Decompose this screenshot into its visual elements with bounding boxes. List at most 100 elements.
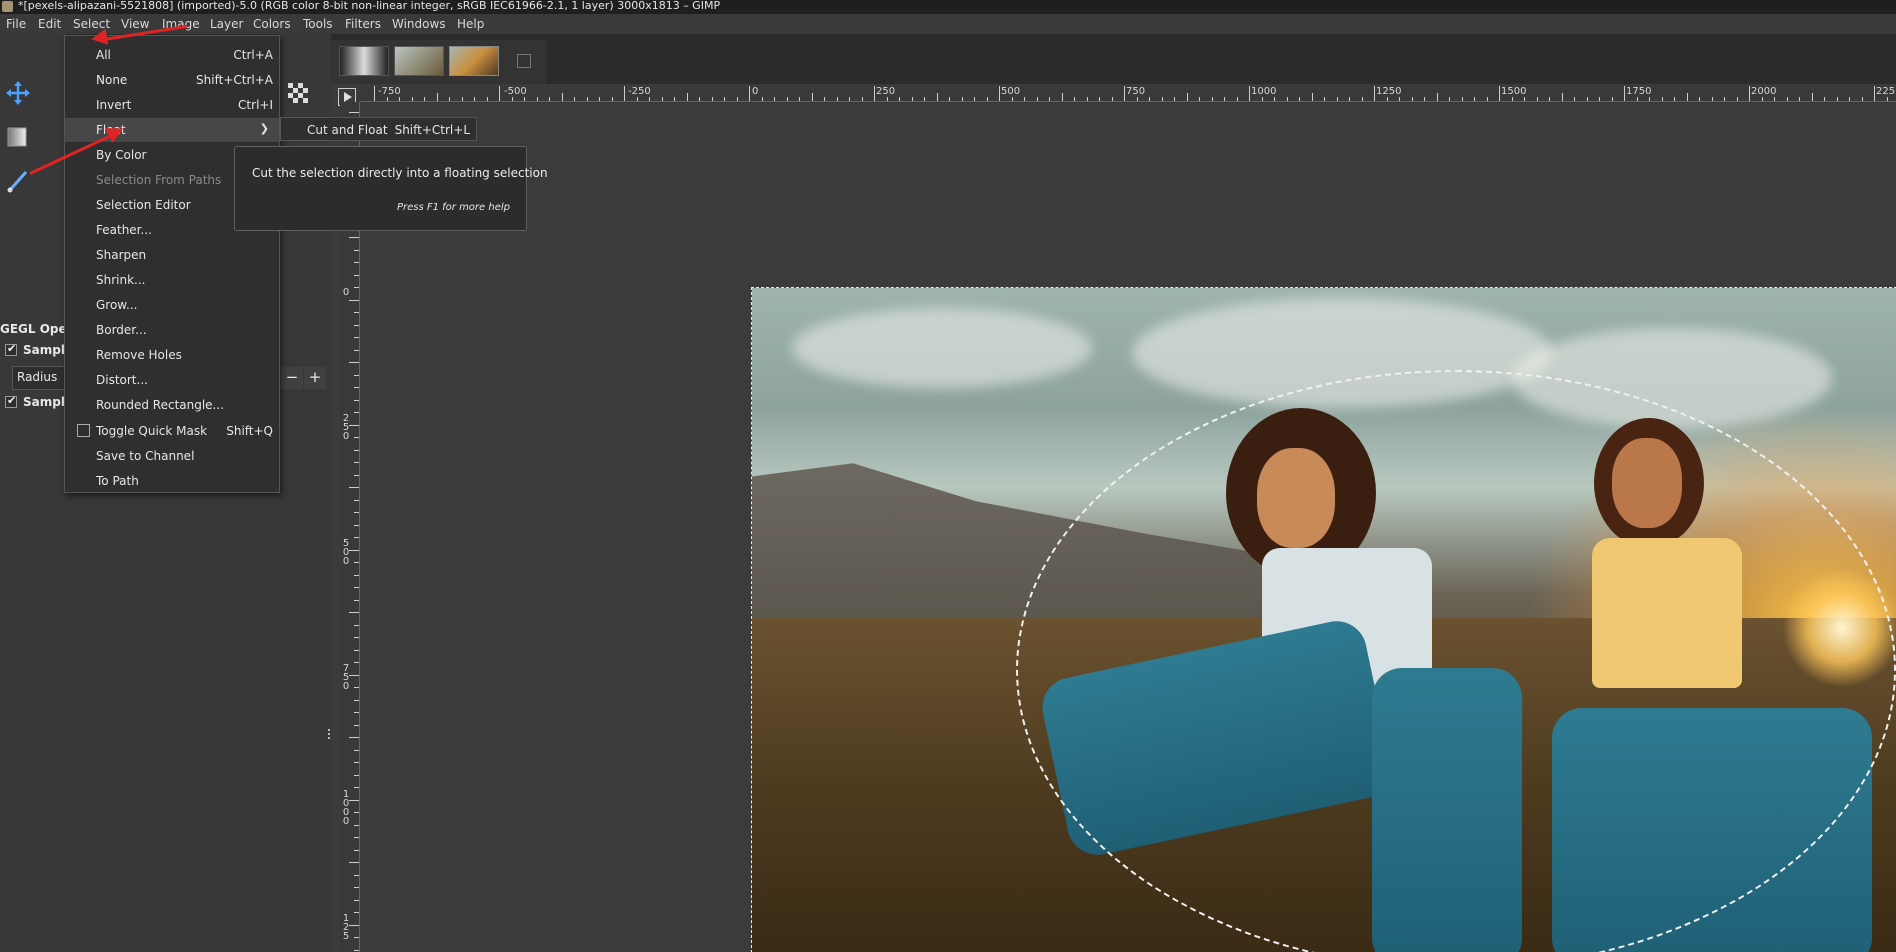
menu-help[interactable]: Help (457, 17, 484, 31)
menu-item-save-to-channel[interactable]: Save to Channel (65, 444, 279, 468)
vruler-label: 125 (342, 913, 350, 942)
hruler-tick (1761, 97, 1763, 101)
image-tab-1[interactable] (339, 46, 389, 76)
menu-item-cut-and-float[interactable]: Cut and Float Shift+Ctrl+L (281, 118, 476, 140)
hruler-tick (961, 97, 963, 101)
hruler-tick (1086, 97, 1088, 101)
menu-layer[interactable]: Layer (210, 17, 243, 31)
hruler-tick (1536, 97, 1538, 101)
hruler-tick (1436, 93, 1438, 101)
hruler-tick (449, 97, 450, 101)
hruler-tick (1749, 86, 1750, 101)
hruler-tick (1199, 97, 1200, 101)
hruler-tick (1849, 97, 1850, 101)
hruler-tick (1249, 86, 1250, 101)
vruler-tick (349, 612, 359, 613)
hruler-tick (1486, 97, 1488, 101)
vruler-tick (354, 812, 359, 813)
vruler-label: 250 (342, 413, 350, 442)
vruler-tick (354, 399, 359, 401)
menu-item-rounded-rectangle[interactable]: Rounded Rectangle... (65, 393, 279, 417)
menu-item-sharpen[interactable]: Sharpen (65, 243, 279, 267)
hruler-tick (661, 97, 663, 101)
tooltip-help-hint: Press F1 for more help (396, 202, 510, 213)
sample-merged-option[interactable]: Sample (5, 342, 73, 357)
hruler-tick (1636, 97, 1638, 101)
vruler-tick (354, 837, 359, 838)
menu-windows[interactable]: Windows (392, 17, 446, 31)
hruler-tick (1736, 97, 1738, 101)
sample-average-checkbox[interactable] (5, 394, 17, 408)
hruler-tick (1874, 86, 1875, 101)
paintbrush-tool-icon[interactable] (4, 168, 32, 194)
vruler-tick (354, 949, 359, 951)
menu-item-invert[interactable]: Invert Ctrl+I (65, 93, 279, 117)
hruler-tick (1811, 93, 1813, 101)
menu-item-border[interactable]: Border... (65, 318, 279, 342)
hruler-tick (924, 97, 925, 101)
hruler-tick (799, 97, 800, 101)
menu-item-shrink[interactable]: Shrink... (65, 268, 279, 292)
menu-item-all[interactable]: All Ctrl+A (65, 43, 279, 67)
menu-item-to-path[interactable]: To Path (65, 469, 279, 493)
menu-colors[interactable]: Colors (253, 17, 291, 31)
menu-item-grow[interactable]: Grow... (65, 293, 279, 317)
vruler-tick (354, 637, 359, 638)
radius-increase-button[interactable]: + (304, 367, 326, 389)
menu-item-none[interactable]: None Shift+Ctrl+A (65, 68, 279, 92)
hruler-tick (1611, 97, 1613, 101)
hruler-tick (1424, 97, 1425, 101)
menu-view[interactable]: View (121, 17, 149, 31)
hruler-tick (386, 97, 388, 101)
menu-edit[interactable]: Edit (38, 17, 61, 31)
vruler-tick (354, 687, 359, 688)
hruler-tick (1499, 86, 1500, 101)
image-tab-3[interactable] (449, 46, 499, 76)
vruler-tick (354, 699, 359, 701)
radius-decrease-button[interactable]: − (281, 367, 303, 389)
menu-item-distort[interactable]: Distort... (65, 368, 279, 392)
hruler-tick (1524, 97, 1525, 101)
menu-file[interactable]: File (6, 17, 26, 31)
tab-menu-icon[interactable] (517, 54, 531, 68)
select-menu: All Ctrl+A None Shift+Ctrl+A Invert Ctrl+I … (64, 35, 280, 493)
menu-item-toggle-quick-mask[interactable]: Toggle Quick Mask Shift+Q (65, 419, 279, 443)
float-submenu: Cut and Float Shift+Ctrl+L (280, 117, 477, 141)
image-canvas-photo[interactable] (751, 287, 1896, 952)
hruler-tick (849, 97, 850, 101)
hruler-tick (1211, 97, 1213, 101)
vruler-tick (354, 849, 359, 851)
vruler-tick (354, 749, 359, 751)
quick-mask-checkbox[interactable] (77, 424, 90, 437)
dock-resize-handle[interactable] (327, 728, 331, 742)
vruler-tick (354, 349, 359, 351)
gradient-tool-icon[interactable] (4, 124, 32, 150)
hruler-label: 1250 (1376, 86, 1402, 97)
hruler-tick (1136, 97, 1138, 101)
hruler-tick (1036, 97, 1038, 101)
hruler-tick (1599, 97, 1600, 101)
hruler-tick (949, 97, 950, 101)
hruler-tick (724, 97, 725, 101)
vruler-tick (354, 774, 359, 776)
move-tool-icon[interactable] (4, 80, 32, 106)
menu-tools[interactable]: Tools (303, 17, 333, 31)
hruler-tick (1274, 97, 1275, 101)
vruler-tick (354, 249, 359, 251)
sample-merged-checkbox[interactable] (5, 342, 17, 356)
menu-item-remove-holes[interactable]: Remove Holes (65, 343, 279, 367)
vruler-tick (354, 312, 359, 313)
vruler-tick (354, 524, 359, 526)
hruler-tick (1724, 97, 1725, 101)
vruler-tick (354, 649, 359, 651)
checkerboard-icon[interactable] (285, 80, 313, 106)
horizontal-ruler[interactable]: -750 -500 -250 0 250 500 750 1000 1250 1… (360, 86, 1896, 102)
sample-average-option[interactable]: Sample (5, 394, 73, 409)
menu-item-float[interactable]: Float ❯ (65, 118, 279, 142)
menu-filters[interactable]: Filters (345, 17, 381, 31)
image-tab-2[interactable] (394, 46, 444, 76)
vruler-tick (354, 899, 359, 901)
hruler-label: 250 (876, 86, 896, 97)
hruler-tick (1386, 97, 1388, 101)
hruler-tick (1074, 97, 1075, 101)
